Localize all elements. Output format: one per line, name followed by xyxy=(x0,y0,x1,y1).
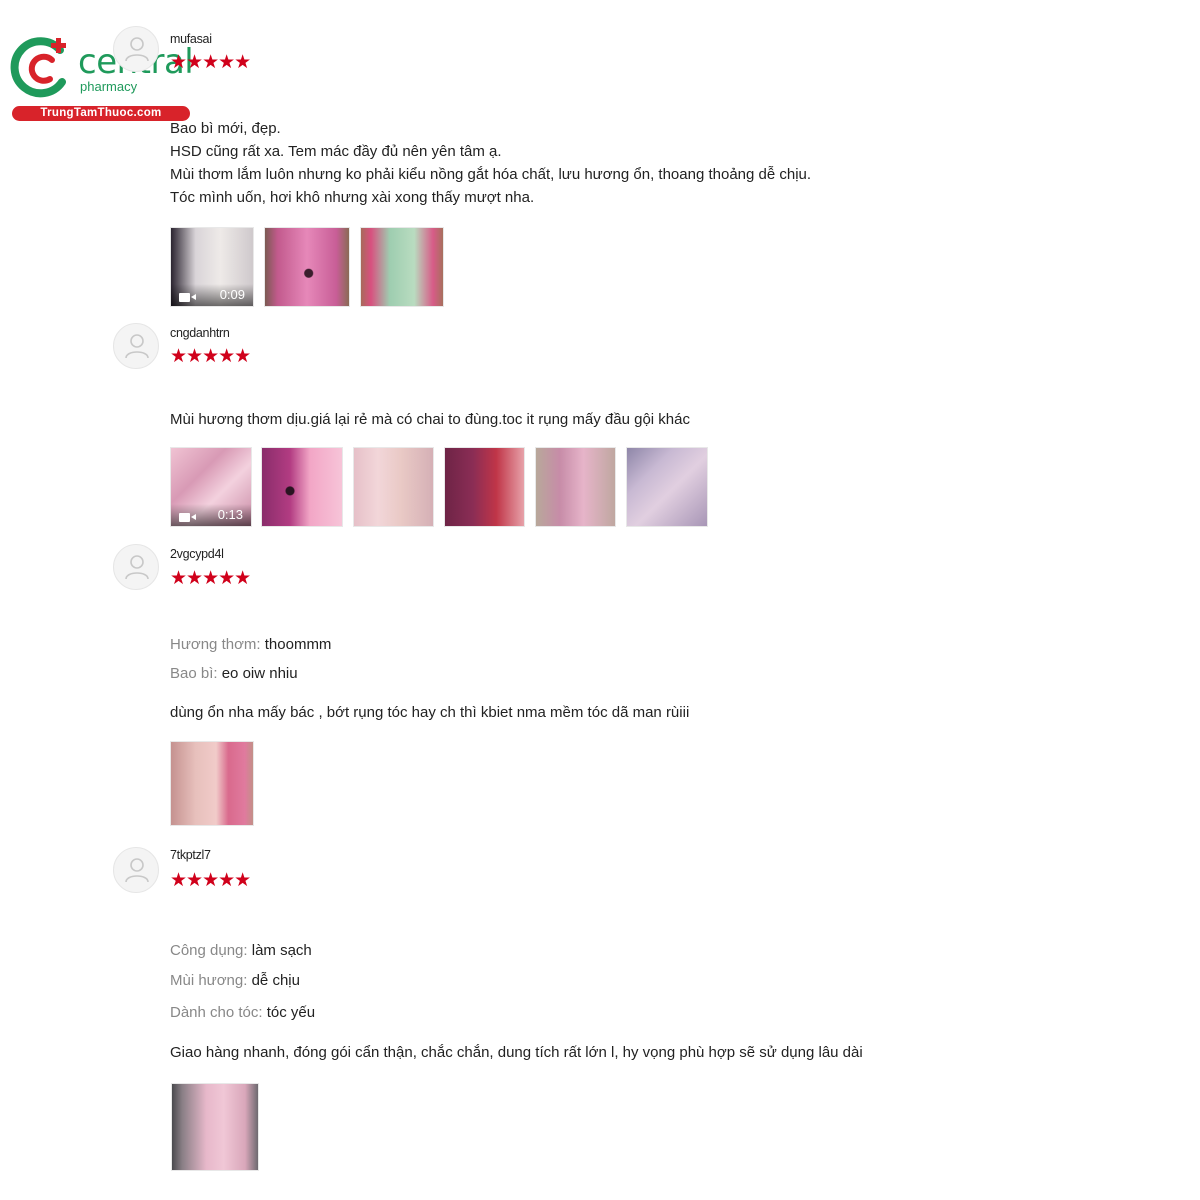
brand-sub: pharmacy xyxy=(80,79,138,94)
brand-tagline: TrungTamThuoc.com xyxy=(12,106,190,121)
video-duration: 0:09 xyxy=(219,287,245,302)
review-text-line: Mùi thơm lắm luôn nhưng ko phải kiểu nồn… xyxy=(170,166,812,183)
attribute-value: dễ chịu xyxy=(251,972,300,989)
brand-logo[interactable]: central pharmacy TrungTamThuoc.com xyxy=(10,34,195,124)
review-photo-thumbnail[interactable] xyxy=(353,447,434,527)
user-placeholder-icon xyxy=(125,334,149,359)
attribute-value: làm sạch xyxy=(251,942,312,959)
review-photo-thumbnail[interactable] xyxy=(360,227,444,307)
review-photo-thumbnail[interactable] xyxy=(171,1083,259,1171)
attribute-value: thoommm xyxy=(264,636,332,653)
video-badge: 0:13 xyxy=(171,504,251,526)
review-text-line: Mùi hương thơm dịu.giá lại rẻ mà có chai… xyxy=(170,411,690,428)
video-duration: 0:13 xyxy=(217,507,243,522)
review-text-line: Giao hàng nhanh, đóng gói cẩn thận, chắc… xyxy=(170,1044,863,1061)
attribute-value: tóc yếu xyxy=(266,1004,316,1021)
rating-stars: ★★★★★ xyxy=(170,870,251,891)
review-username[interactable]: 2vgcypd4l xyxy=(170,547,224,561)
avatar[interactable] xyxy=(113,26,159,72)
avatar[interactable] xyxy=(113,544,159,590)
attribute-label: Công dụng: xyxy=(170,942,248,959)
review-username[interactable]: 7tkptzl7 xyxy=(170,848,211,862)
review-photo-thumbnail[interactable] xyxy=(535,447,616,527)
rating-stars: ★★★★★ xyxy=(170,52,251,73)
review-text-line: Tóc mình uốn, hơi khô nhưng xài xong thấ… xyxy=(170,189,535,206)
review-text-line: Bao bì mới, đẹp. xyxy=(170,120,281,137)
review-username[interactable]: mufasai xyxy=(170,32,212,46)
video-camera-icon xyxy=(179,513,196,522)
attribute-value: eo oiw nhiu xyxy=(221,665,298,682)
review-photo-thumbnail[interactable] xyxy=(170,741,254,826)
avatar[interactable] xyxy=(113,847,159,893)
user-placeholder-icon xyxy=(125,858,149,883)
review-attribute: Mùi hương: dễ chịu xyxy=(170,972,300,989)
review-video-thumbnail[interactable]: 0:09 xyxy=(170,227,254,307)
review-text-line: dùng ổn nha mấy bác , bớt rụng tóc hay c… xyxy=(170,704,690,721)
review-attribute: Dành cho tóc: tóc yếu xyxy=(170,1004,315,1021)
attribute-label: Mùi hương: xyxy=(170,972,248,989)
rating-stars: ★★★★★ xyxy=(170,346,251,367)
video-camera-icon xyxy=(179,293,196,302)
review-photo-thumbnail[interactable] xyxy=(261,447,343,527)
user-placeholder-icon xyxy=(125,37,149,62)
avatar[interactable] xyxy=(113,323,159,369)
user-placeholder-icon xyxy=(125,555,149,580)
attribute-label: Bao bì: xyxy=(170,665,218,682)
review-attribute: Công dụng: làm sạch xyxy=(170,942,312,959)
review-photo-thumbnail[interactable] xyxy=(264,227,350,307)
rating-stars: ★★★★★ xyxy=(170,568,251,589)
video-badge: 0:09 xyxy=(171,284,253,306)
review-photo-thumbnail[interactable] xyxy=(626,447,708,527)
attribute-label: Hương thơm: xyxy=(170,636,261,653)
attribute-label: Dành cho tóc: xyxy=(170,1004,263,1021)
review-username[interactable]: cngdanhtrn xyxy=(170,326,230,340)
review-text-line: HSD cũng rất xa. Tem mác đầy đủ nên yên … xyxy=(170,143,502,160)
review-photo-thumbnail[interactable] xyxy=(444,447,525,527)
review-attribute: Bao bì: eo oiw nhiu xyxy=(170,665,298,682)
review-video-thumbnail[interactable]: 0:13 xyxy=(170,447,252,527)
pharmacy-cross-logo-icon xyxy=(10,37,66,98)
review-attribute: Hương thơm: thoommm xyxy=(170,636,331,653)
